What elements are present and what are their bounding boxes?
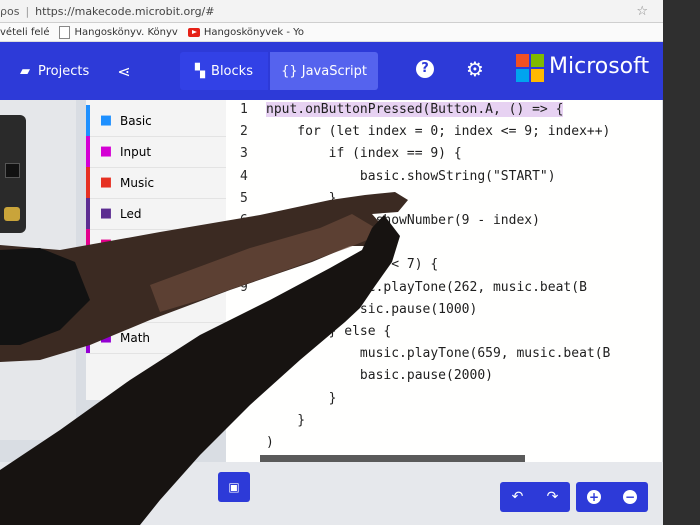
logo-tile: [516, 54, 529, 67]
line-number: 1: [240, 102, 248, 117]
code-line[interactable]: basic.showString("START"): [266, 169, 556, 184]
page-icon: [59, 25, 71, 39]
bookmarks-bar: vételi felé Hangoskönyv. Könyv Hangoskön…: [0, 23, 700, 42]
gear-icon[interactable]: ⚙: [466, 57, 484, 81]
category-label: Music: [120, 175, 155, 190]
address-separator: |: [25, 4, 30, 18]
category-label: Input: [120, 144, 152, 159]
youtube-icon: [187, 27, 200, 37]
toolbox-category-led[interactable]: ■ Led: [86, 198, 226, 230]
code-line[interactable]: if (index == 9) {: [266, 146, 462, 161]
zoom-group: + −: [576, 482, 648, 512]
logo-tile: [531, 54, 544, 67]
code-line[interactable]: nput.onButtonPressed(Button.A, () => {: [266, 102, 564, 117]
toolbox-category-math[interactable]: ■ Math: [86, 322, 226, 354]
blocks-tab[interactable]: ▚ Blocks: [180, 52, 268, 90]
microbit-button[interactable]: [5, 163, 20, 178]
projects-button[interactable]: ▰ Projects: [20, 64, 89, 79]
save-icon: ▣: [228, 480, 240, 494]
share-icon[interactable]: ⋖: [117, 62, 130, 81]
category-color-bar: [86, 136, 90, 167]
tab-fragment: ρos: [0, 4, 20, 18]
code-line[interactable]: }: [266, 391, 337, 406]
microsoft-wordmark: Microsoft: [549, 54, 650, 79]
category-color-bar: [86, 167, 90, 198]
code-line[interactable]: ): [266, 435, 274, 450]
code-line[interactable]: } else {: [266, 324, 392, 339]
target-icon: ■: [99, 144, 113, 159]
redo-icon[interactable]: ↷: [535, 482, 570, 512]
bookmark-item[interactable]: Hangoskönyv. Könyv: [59, 25, 178, 39]
code-line[interactable]: sic.pause(1000): [266, 302, 477, 317]
undo-redo-group: ↶ ↷: [500, 482, 570, 512]
category-label: Math: [120, 330, 151, 345]
code-line[interactable]: basic.pause(2000): [266, 368, 493, 383]
microbit-pin[interactable]: [4, 207, 20, 221]
line-number: 6: [240, 213, 248, 228]
bookmark-item[interactable]: Hangoskönyvek - Yo: [187, 27, 304, 38]
room-wall: [663, 0, 700, 525]
undo-icon[interactable]: ↶: [500, 482, 535, 512]
line-number: 2: [240, 124, 248, 140]
toolbox-category-variables[interactable]: ■ Variables: [86, 291, 226, 323]
code-line[interactable]: c.showNumber(9 - index): [266, 213, 540, 228]
line-number-gutter: 1 2 3 4 5 6 9: [226, 100, 262, 462]
line-number: 5: [240, 190, 248, 206]
folder-icon: ▰: [20, 63, 30, 79]
category-color-bar: [86, 260, 90, 291]
toolbox: ■ Basic ■ Input ■ Music ■ Led ■ Ra ■ Logic ■ Variable…: [86, 100, 227, 400]
code-line[interactable]: for (let index = 0; index <= 9; index++): [266, 124, 610, 139]
line-number: 9: [240, 279, 248, 295]
logo-tile: [531, 69, 544, 82]
logo-tile: [516, 69, 529, 82]
category-label: Led: [120, 206, 142, 221]
code-line[interactable]: }: [266, 191, 337, 206]
url-text[interactable]: https://makecode.microbit.org/#: [35, 5, 214, 18]
microsoft-logo: [516, 54, 544, 82]
code-editor[interactable]: 1 2 3 4 5 6 9 nput.onButtonPressed(Button.A, (…: [226, 100, 662, 462]
toolbox-category-ra[interactable]: ■ Ra: [86, 229, 226, 261]
plus-icon: +: [587, 490, 601, 504]
line-number: 3: [240, 146, 248, 162]
microbit-board[interactable]: [0, 115, 26, 233]
puzzle-icon: ▚: [195, 63, 206, 79]
bookmark-star-icon[interactable]: ☆: [636, 4, 648, 19]
toolbox-category-music[interactable]: ■ Music: [86, 167, 226, 199]
logic-icon: ■: [99, 268, 113, 283]
code-line[interactable]: }: [266, 413, 305, 428]
category-label: Logic: [120, 268, 152, 283]
category-label: Ra: [120, 237, 136, 252]
line-number: 4: [240, 168, 248, 184]
minus-icon: −: [623, 490, 637, 504]
category-color-bar: [86, 229, 90, 260]
category-label: Basic: [120, 113, 152, 128]
list-icon: ■: [99, 299, 113, 314]
save-button[interactable]: ▣: [218, 472, 250, 502]
code-line[interactable]: music.playTone(659, music.beat(B: [266, 346, 610, 361]
code-line[interactable]: dex < 7) {: [266, 257, 438, 272]
toolbox-category-basic[interactable]: ■ Basic: [86, 105, 226, 137]
category-color-bar: [86, 105, 90, 136]
bookmark-item[interactable]: vételi felé: [0, 27, 49, 38]
code-line[interactable]: ic.playTone(262, music.beat(B: [266, 280, 587, 295]
category-color-bar: [86, 198, 90, 229]
category-color-bar: [86, 291, 90, 322]
javascript-tab[interactable]: {} JavaScript: [270, 52, 378, 90]
help-icon[interactable]: ?: [416, 60, 434, 78]
app-header: ▰ Projects ⋖ ▚ Blocks {} JavaScript ? ⚙ …: [0, 42, 665, 100]
toggle-icon: ■: [99, 206, 113, 221]
grid-icon: ■: [99, 113, 113, 128]
category-label: Variables: [120, 299, 175, 314]
headphones-icon: ■: [99, 175, 113, 190]
browser-address-bar[interactable]: ρos | https://makecode.microbit.org/# ☆: [0, 0, 700, 23]
zoom-out-button[interactable]: −: [612, 482, 648, 512]
toolbox-category-input[interactable]: ■ Input: [86, 136, 226, 168]
toolbox-category-logic[interactable]: ■ Logic: [86, 260, 226, 292]
category-color-bar: [86, 322, 90, 353]
signal-icon: ■: [99, 237, 113, 252]
zoom-in-button[interactable]: +: [576, 482, 612, 512]
calculator-icon: ■: [99, 330, 113, 345]
